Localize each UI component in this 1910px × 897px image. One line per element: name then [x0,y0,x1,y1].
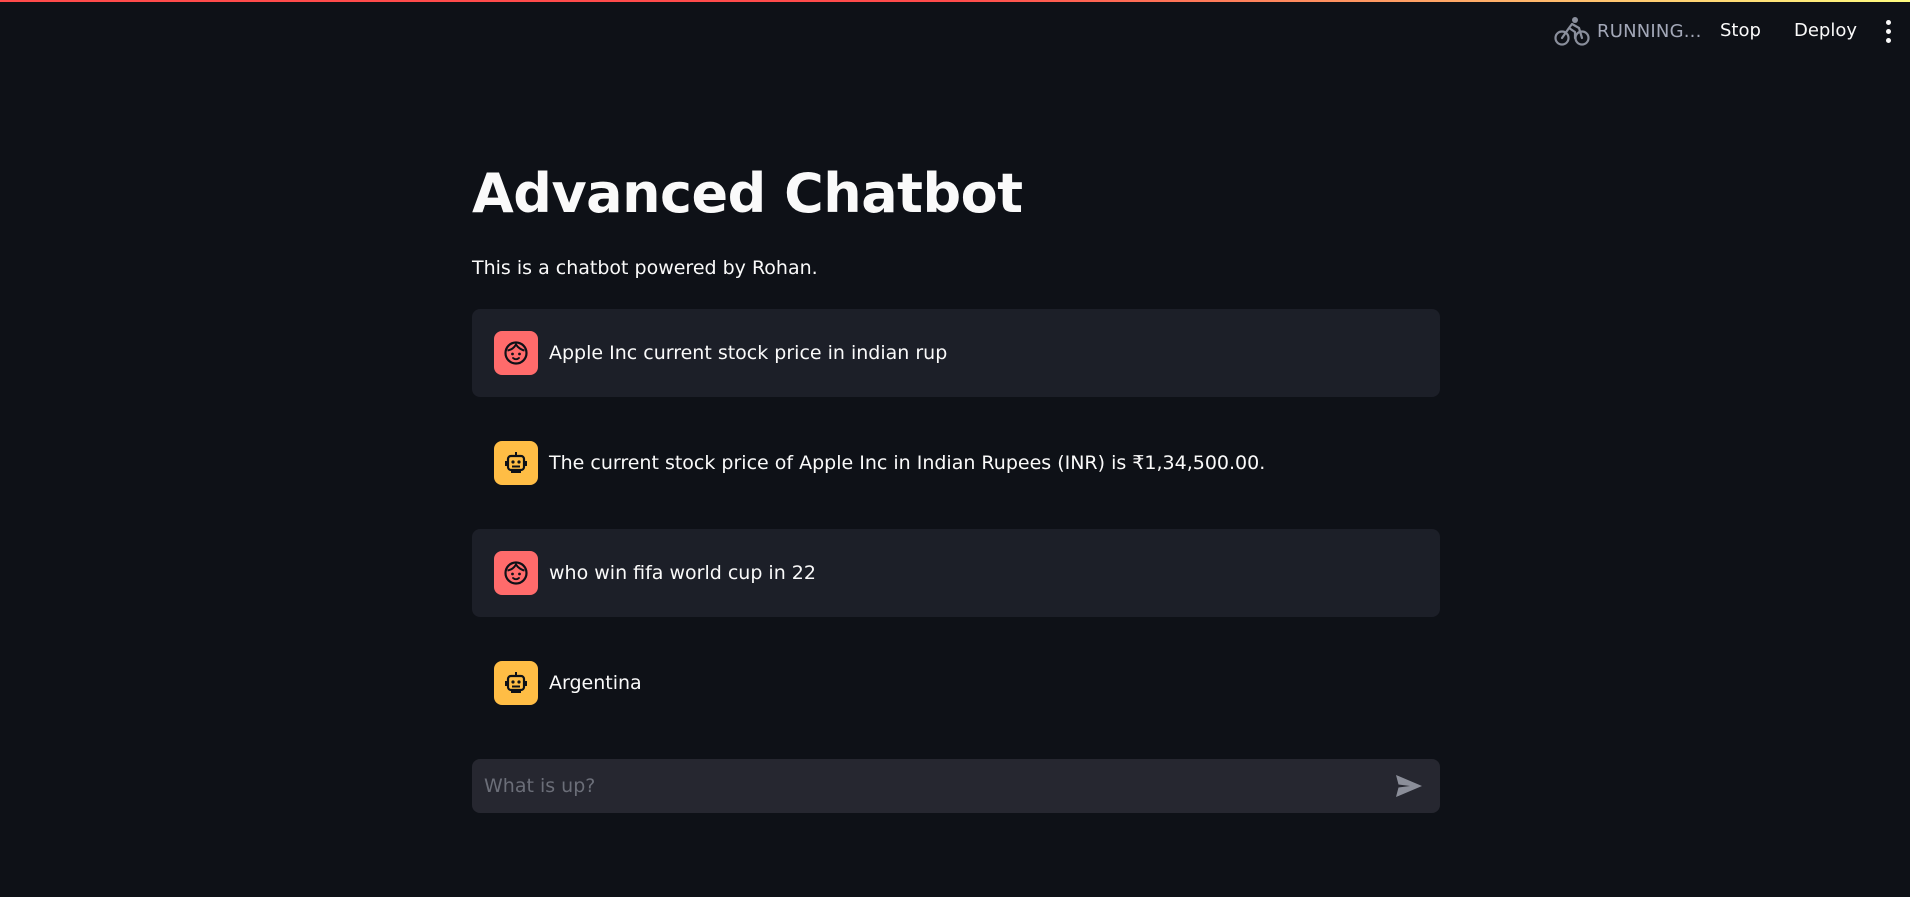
chat-input[interactable] [484,759,1364,813]
app-header: RUNNING... Stop Deploy [0,0,1910,60]
vertical-ellipsis-icon [1886,20,1891,25]
face-icon [494,331,538,375]
message-text: Apple Inc current stock price in indian … [549,342,948,364]
stop-button[interactable]: Stop [1720,16,1761,46]
message-text: The current stock price of Apple Inc in … [549,452,1266,474]
running-status: RUNNING... [1554,13,1702,49]
main-menu-button[interactable] [1880,18,1896,44]
deploy-button[interactable]: Deploy [1794,16,1857,46]
chat-message-assistant: The current stock price of Apple Inc in … [472,419,1440,507]
message-text: who win fifa world cup in 22 [549,562,816,584]
send-icon [1396,775,1422,797]
robot-icon [494,441,538,485]
page-subtitle: This is a chatbot powered by Rohan. [472,257,818,279]
robot-icon [494,661,538,705]
page-title: Advanced Chatbot [472,162,1023,225]
face-icon [494,551,538,595]
chat-input-container [472,759,1440,813]
bicycle-icon [1554,15,1590,47]
status-text: RUNNING... [1597,20,1702,42]
send-button[interactable] [1394,772,1424,800]
chat-message-user: Apple Inc current stock price in indian … [472,309,1440,397]
message-text: Argentina [549,672,642,694]
chat-message-user: who win fifa world cup in 22 [472,529,1440,617]
chat-message-assistant: Argentina [472,639,1440,727]
